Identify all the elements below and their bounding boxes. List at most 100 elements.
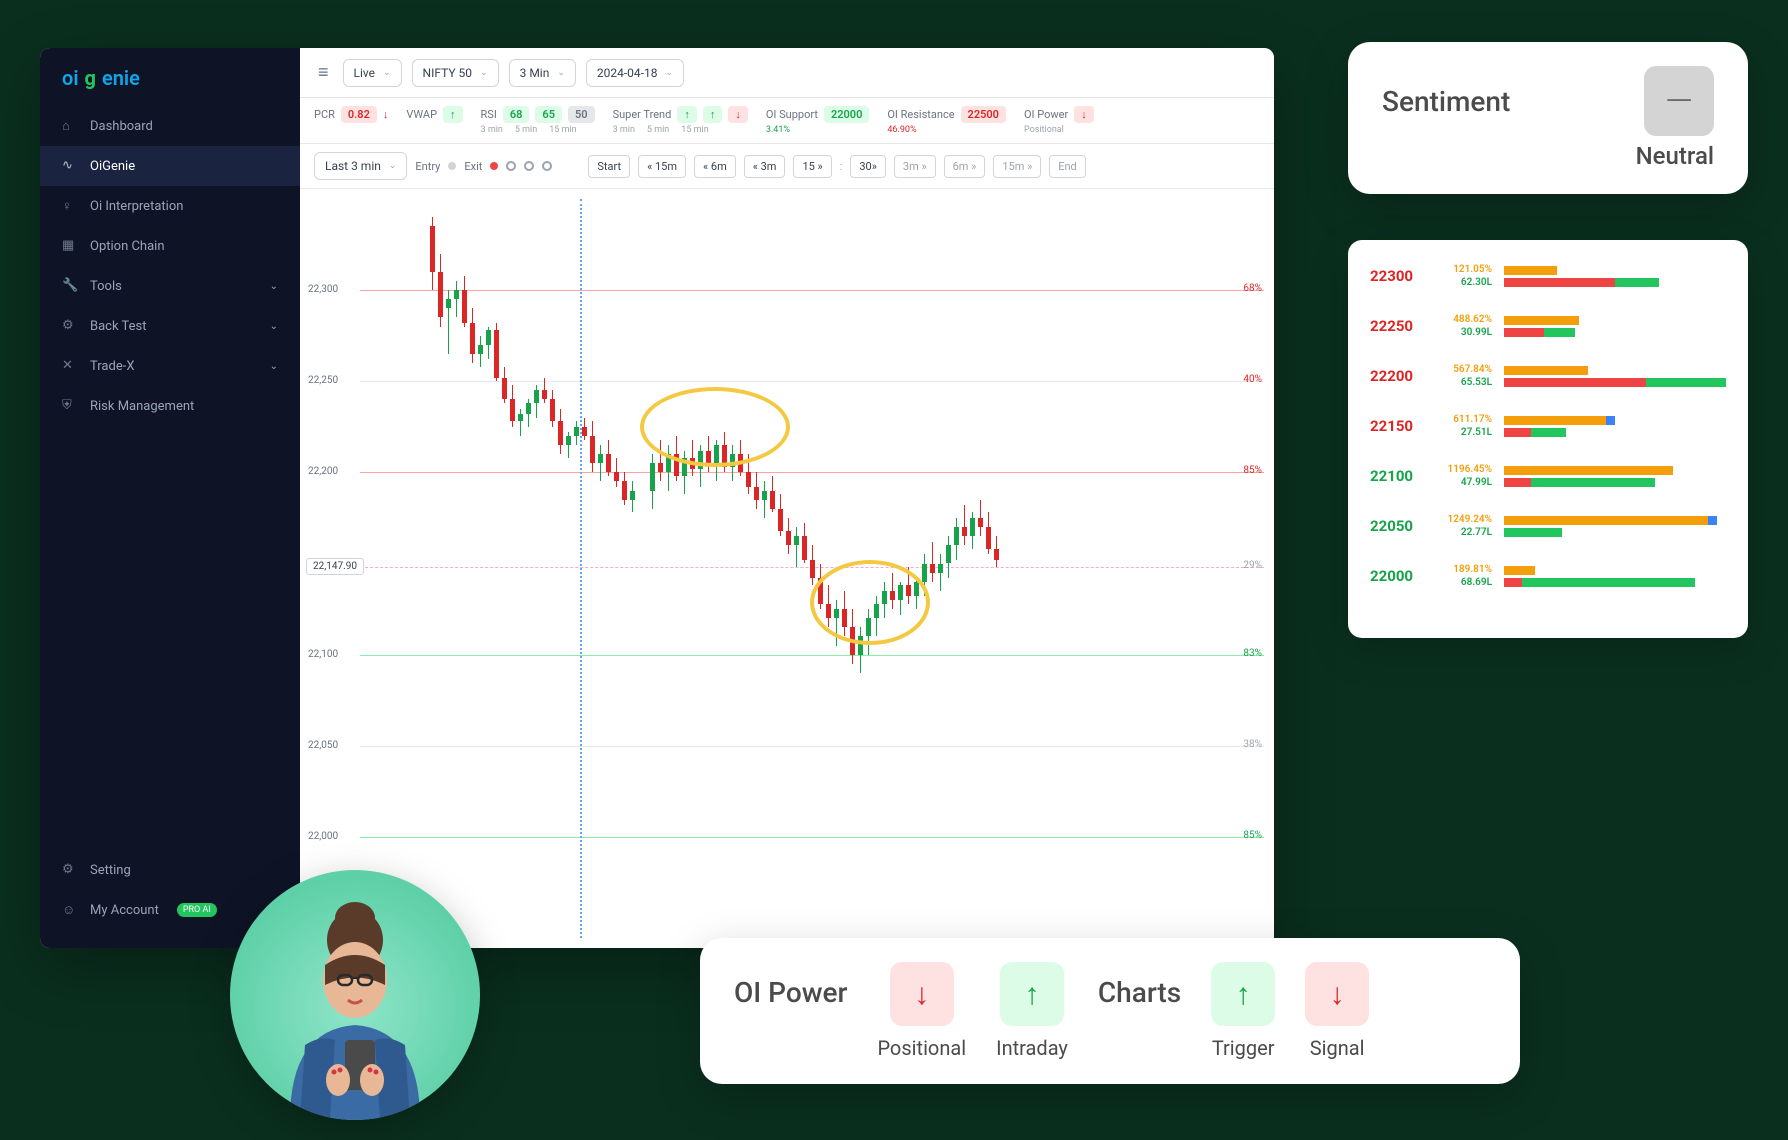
oi-bars	[1504, 516, 1726, 537]
sidebar-item-option-chain[interactable]: ▦Option Chain	[40, 226, 300, 266]
start-button[interactable]: Start	[588, 155, 630, 178]
t: 15 min	[681, 125, 708, 135]
oi-resistance-indicator: OI Resistance22500 46.90%	[887, 106, 1006, 135]
rsi-3m: 68	[503, 106, 530, 123]
sidebar-item-oi-interpretation[interactable]: ♀Oi Interpretation	[40, 186, 300, 226]
topbar: ≡ Live ⌄ NIFTY 50⌄ 3 Min⌄ 2024-04-18⌄	[300, 48, 1274, 98]
app-window: oigenie ⌂Dashboard ∿OiGenie ♀Oi Interpre…	[40, 48, 1274, 948]
legend-dots	[506, 161, 552, 171]
oi-row: 22250488.62%30.99L	[1370, 314, 1726, 338]
oi-row: 22200 567.84%65.53L	[1370, 364, 1726, 388]
back-3m-button[interactable]: « 3m	[744, 155, 786, 178]
sidebar-item-oigenie[interactable]: ∿OiGenie	[40, 146, 300, 186]
wrench-icon: 🔧	[62, 278, 78, 294]
sidebar-item-setting[interactable]: ⚙Setting	[40, 850, 300, 890]
oi-panel: 22300121.05%62.30L22250488.62%30.99L2220…	[1348, 240, 1748, 638]
charts-label: Charts	[1098, 962, 1181, 1009]
date-dropdown[interactable]: 2024-04-18⌄	[586, 59, 684, 87]
t: 3 min	[613, 125, 635, 135]
symbol-dropdown[interactable]: NIFTY 50⌄	[412, 59, 499, 87]
fwd-3m-button[interactable]: 3m »	[894, 155, 936, 178]
label: PCR	[314, 108, 335, 121]
level-line	[360, 381, 1264, 382]
oi-bars	[1504, 366, 1726, 387]
y-tick: 22,050	[308, 740, 338, 751]
oi-strike: 22200	[1370, 367, 1426, 385]
oi-strike: 22000	[1370, 567, 1426, 585]
sidebar-item-risk[interactable]: ⛨Risk Management	[40, 386, 300, 426]
value: 22000	[824, 106, 869, 123]
label: Back Test	[90, 319, 147, 334]
label: Live	[354, 66, 375, 80]
label: Super Trend	[613, 108, 672, 121]
back-6m-button[interactable]: « 6m	[694, 155, 736, 178]
sentiment-title: Sentiment	[1382, 85, 1510, 118]
y-tick: 22,300	[308, 284, 338, 295]
sidebar-item-dashboard[interactable]: ⌂Dashboard	[40, 106, 300, 146]
oi-values: 1196.45%47.99L	[1438, 464, 1492, 488]
rsi-indicator: RSI686550 3 min5 min15 min	[481, 106, 595, 135]
sidebar-item-tools[interactable]: 🔧Tools⌄	[40, 266, 300, 306]
fwd-15-button[interactable]: 15 »	[793, 155, 831, 178]
entry-dot	[448, 162, 456, 170]
sentiment-card: Sentiment — Neutral	[1348, 42, 1748, 194]
signal-col: ↓Signal	[1305, 962, 1369, 1060]
arrow-down-icon: ↓	[383, 108, 389, 121]
fwd-30-button[interactable]: 30»	[850, 155, 886, 178]
y-tick: 22,200	[308, 466, 338, 477]
home-icon: ⌂	[62, 118, 78, 134]
oi-row: 22150 611.17%27.51L	[1370, 414, 1726, 438]
live-dropdown[interactable]: Live ⌄	[343, 59, 402, 87]
positional-col: ↓Positional	[877, 962, 966, 1060]
st-3m: ↑	[677, 106, 697, 123]
label: OiGenie	[90, 159, 135, 174]
logo-oi: oi	[62, 66, 79, 90]
sidebar-item-tradex[interactable]: ✕Trade-X⌄	[40, 346, 300, 386]
intraday-col: ↑Intraday	[996, 962, 1068, 1060]
oi-values: 567.84%65.53L	[1438, 364, 1492, 388]
circle-icon	[542, 161, 552, 171]
label: Risk Management	[90, 399, 194, 414]
label: OI Resistance	[887, 108, 954, 121]
chart[interactable]: 22,30022,25022,20022,15022,10022,05022,0…	[300, 189, 1274, 948]
chevron-down-icon: ⌄	[270, 281, 278, 292]
oi-values: 189.81%68.69L	[1438, 564, 1492, 588]
chevron-down-icon: ⌄	[383, 68, 391, 78]
power-card: OI Power ↓Positional ↑Intraday Charts ↑T…	[700, 938, 1520, 1084]
sub: Positional	[1024, 125, 1064, 135]
label: Trigger	[1212, 1036, 1275, 1060]
level-pct: 68%	[1243, 283, 1262, 294]
arrow-up-icon: ↑	[1000, 962, 1064, 1026]
oi-strike: 22150	[1370, 417, 1426, 435]
hamburger-icon[interactable]: ≡	[314, 58, 333, 87]
level-pct: 85%	[1243, 830, 1262, 841]
oi-row: 22000 189.81%68.69L	[1370, 564, 1726, 588]
label: VWAP	[406, 108, 437, 121]
t: 15 min	[549, 125, 576, 135]
t: 3 min	[481, 125, 503, 135]
level-line	[360, 472, 1264, 473]
user-icon: ☺	[62, 902, 78, 918]
oi-bars	[1504, 566, 1726, 587]
time-cursor	[580, 199, 582, 938]
label: 2024-04-18	[597, 66, 658, 80]
oi-values: 611.17%27.51L	[1438, 414, 1492, 438]
end-button[interactable]: End	[1049, 155, 1086, 178]
sidebar-item-backtest[interactable]: ⚙Back Test⌄	[40, 306, 300, 346]
oi-strike: 22050	[1370, 517, 1426, 535]
pcr-indicator: PCR0.82↓	[314, 106, 388, 123]
oi-bars	[1504, 316, 1726, 337]
oi-bars	[1504, 266, 1726, 287]
main: ≡ Live ⌄ NIFTY 50⌄ 3 Min⌄ 2024-04-18⌄ PCR…	[300, 48, 1274, 948]
pro-badge: PRO AI	[177, 903, 217, 917]
indicator-bar: PCR0.82↓ VWAP ↑ RSI686550 3 min5 min15 mi…	[300, 98, 1274, 144]
fwd-15m-button[interactable]: 15m »	[993, 155, 1041, 178]
timeframe-dropdown[interactable]: 3 Min⌄	[509, 59, 576, 87]
arrow-down-icon: ↓	[1305, 962, 1369, 1026]
last-dropdown[interactable]: Last 3 min⌄	[314, 152, 407, 180]
oi-row: 221001196.45%47.99L	[1370, 464, 1726, 488]
back-15m-button[interactable]: « 15m	[638, 155, 686, 178]
label: Trade-X	[90, 359, 134, 374]
level-pct: 38%	[1243, 739, 1262, 750]
fwd-6m-button[interactable]: 6m »	[944, 155, 986, 178]
